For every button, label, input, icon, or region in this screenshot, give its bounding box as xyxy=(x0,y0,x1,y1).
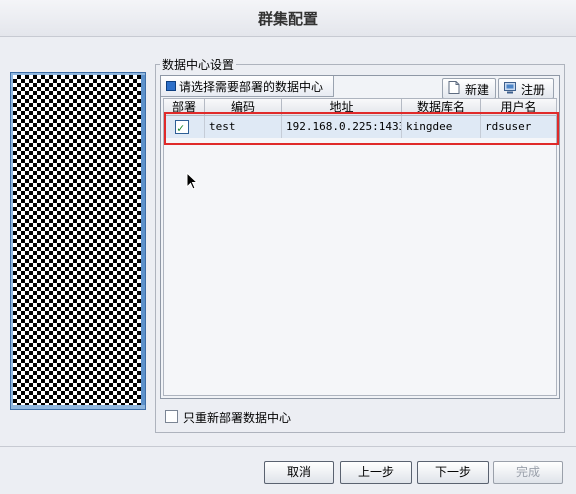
window-title: 群集配置 xyxy=(257,10,318,28)
next-button[interactable]: 下一步 xyxy=(417,461,489,484)
panel-header-label: 请选择需要部署的数据中心 xyxy=(179,80,324,94)
register-icon xyxy=(504,82,516,94)
new-doc-icon xyxy=(448,81,460,94)
cancel-button[interactable]: 取消 xyxy=(264,461,334,484)
side-rail xyxy=(141,75,145,405)
mouse-cursor-icon xyxy=(186,172,199,190)
panel-header: 请选择需要部署的数据中心 xyxy=(161,76,334,97)
checker-placeholder-image xyxy=(13,75,141,405)
wizard-side-image xyxy=(10,72,146,410)
highlight-box xyxy=(164,112,559,145)
new-button-label: 新建 xyxy=(465,83,490,97)
prev-button[interactable]: 上一步 xyxy=(340,461,412,484)
register-button[interactable]: 注册 xyxy=(498,78,554,99)
panel-header-icon xyxy=(166,81,176,91)
finish-button[interactable]: 完成 xyxy=(493,461,563,484)
title-bar: 群集配置 xyxy=(0,0,576,37)
new-button[interactable]: 新建 xyxy=(442,78,496,99)
footer-separator xyxy=(0,446,576,447)
group-label: 数据中心设置 xyxy=(160,56,237,73)
register-button-label: 注册 xyxy=(521,83,546,97)
redeploy-only-checkbox[interactable] xyxy=(165,410,178,423)
redeploy-only-label[interactable]: 只重新部署数据中心 xyxy=(183,409,291,426)
